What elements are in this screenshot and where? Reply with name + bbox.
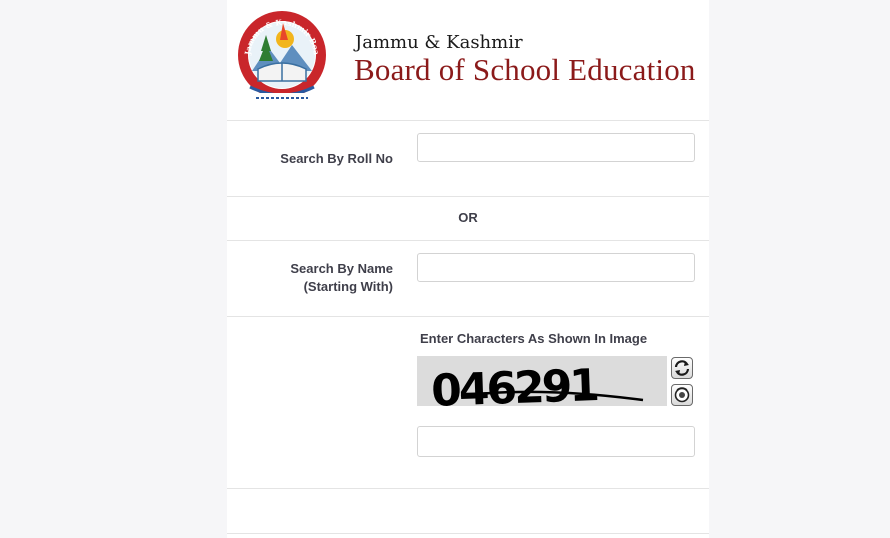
- divider: [227, 196, 709, 197]
- audio-icon: [674, 387, 690, 403]
- divider: [227, 120, 709, 121]
- captcha-image: 046291: [417, 356, 667, 417]
- captcha-label: Enter Characters As Shown In Image: [420, 331, 648, 346]
- divider: [227, 240, 709, 241]
- roll-no-label: Search By Roll No: [280, 151, 393, 166]
- page: Jammu & Kashmir Board Of School Educatio…: [0, 0, 890, 538]
- refresh-icon: [674, 360, 690, 376]
- divider: [227, 316, 709, 317]
- brand-subtitle: Jammu & Kashmir: [355, 32, 523, 53]
- refresh-captcha-button[interactable]: [671, 357, 693, 379]
- captcha-input[interactable]: [417, 426, 695, 457]
- or-separator: OR: [458, 210, 478, 225]
- form-card: Jammu & Kashmir Board Of School Educatio…: [227, 0, 709, 538]
- divider: [227, 533, 709, 534]
- audio-captcha-button[interactable]: [671, 384, 693, 406]
- divider: [227, 488, 709, 489]
- name-input[interactable]: [417, 253, 695, 282]
- name-label-line1: Search By Name: [290, 261, 393, 276]
- name-label: Search By Name (Starting With): [193, 260, 393, 296]
- brand-title: Board of School Education: [354, 52, 696, 87]
- captcha-text: 046291: [430, 360, 598, 406]
- name-label-line2: (Starting With): [303, 279, 393, 294]
- board-logo-icon: Jammu & Kashmir Board Of School Educatio…: [236, 7, 326, 103]
- header: Jammu & Kashmir Board Of School Educatio…: [227, 0, 709, 120]
- captcha-graphic: 046291: [430, 360, 644, 417]
- roll-no-input[interactable]: [417, 133, 695, 162]
